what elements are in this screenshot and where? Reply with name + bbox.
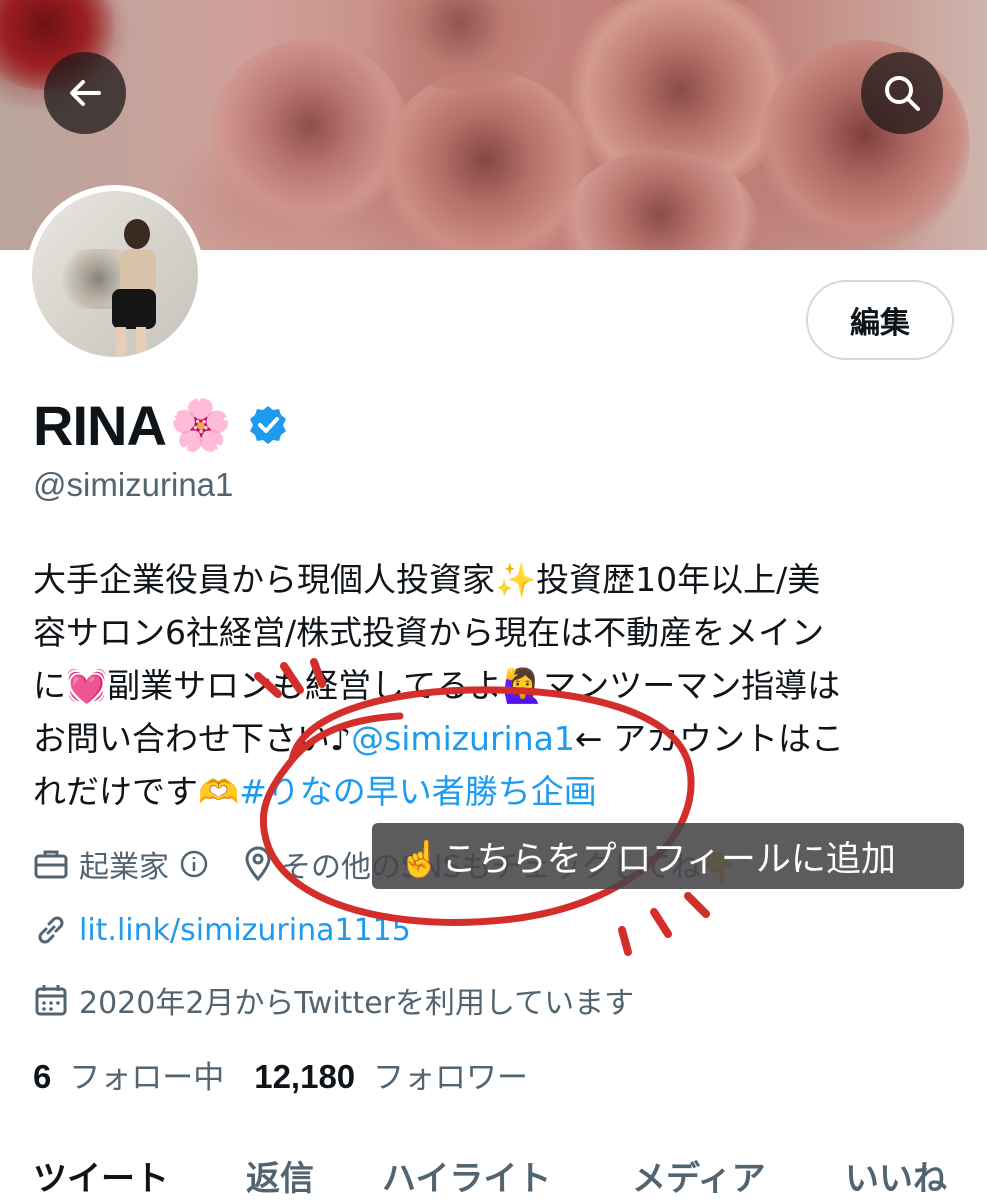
- bio-line: れだけです🫶#りなの早い者勝ち企画: [33, 765, 963, 818]
- calendar-icon: [35, 985, 67, 1016]
- verified-badge-icon: [250, 406, 287, 444]
- bio-line: 大手企業役員から現個人投資家✨投資歴10年以上/美: [33, 560, 821, 599]
- profile-avatar[interactable]: [26, 185, 204, 363]
- info-icon[interactable]: [179, 849, 209, 879]
- tab-likes[interactable]: いいね: [845, 1151, 947, 1200]
- location-pin-icon: [245, 846, 271, 882]
- tab-tweets[interactable]: ツイート: [33, 1151, 169, 1200]
- following-link[interactable]: 6 フォロー中: [33, 1052, 224, 1097]
- bio-text: お問い合わせ下さい♪: [33, 719, 352, 758]
- profession-label: 起業家: [79, 850, 169, 885]
- search-button[interactable]: [861, 52, 943, 134]
- display-name: RINA: [33, 393, 167, 457]
- followers-link[interactable]: 12,180 フォロワー: [254, 1052, 528, 1097]
- cherry-blossom-emoji: 🌸: [169, 395, 233, 454]
- bio-line: 容サロン6社経営/株式投資から現在は不動産をメイン: [33, 613, 825, 652]
- arrow-left-icon: [70, 80, 101, 106]
- search-icon: [885, 76, 920, 111]
- mention-link[interactable]: @simizurina1: [351, 719, 575, 758]
- tab-highlights[interactable]: ハイライト: [382, 1151, 551, 1200]
- tab-replies[interactable]: 返信: [246, 1151, 314, 1200]
- follow-stats: 6 フォロー中 12,180 フォロワー: [33, 1052, 528, 1097]
- tooltip-text: ☝️こちらをプロフィールに追加: [398, 839, 896, 880]
- briefcase-icon: [34, 850, 68, 879]
- profile-bio: 大手企業役員から現個人投資家✨投資歴10年以上/美 容サロン6社経営/株式投資か…: [33, 553, 963, 818]
- tab-media[interactable]: メディア: [632, 1151, 766, 1200]
- bio-text: ← アカウントはこ: [574, 719, 844, 758]
- bio-text: れだけです🫶: [33, 772, 240, 811]
- profile-tabs: ツイート 返信 ハイライト メディア いいね: [0, 1145, 987, 1200]
- bio-line: お問い合わせ下さい♪@simizurina1← アカウントはこ: [33, 712, 963, 765]
- followers-count: 12,180: [254, 1058, 356, 1095]
- following-label: フォロー中: [69, 1060, 225, 1096]
- bio-line: に💓副業サロンも経営してるよ🙋‍♀️マンツーマン指導は: [33, 666, 841, 705]
- website-row: lit.link/simizurina1115: [33, 912, 411, 948]
- profile-handle: @simizurina1: [33, 466, 234, 503]
- profile-name-row: RINA 🌸: [33, 390, 290, 460]
- website-link[interactable]: lit.link/simizurina1115: [79, 913, 411, 948]
- hashtag-link[interactable]: #りなの早い者勝ち企画: [239, 772, 597, 811]
- avatar-photo: [32, 191, 198, 357]
- joined-date: 2020年2月からTwitterを利用しています: [79, 986, 635, 1021]
- edit-profile-button[interactable]: 編集: [806, 280, 954, 360]
- followers-label: フォロワー: [373, 1060, 529, 1096]
- add-to-profile-tooltip[interactable]: ☝️こちらをプロフィールに追加: [372, 823, 964, 889]
- link-icon: [38, 916, 64, 944]
- back-button[interactable]: [44, 52, 126, 134]
- joined-row: 2020年2月からTwitterを利用しています: [33, 978, 634, 1022]
- following-count: 6: [33, 1058, 52, 1095]
